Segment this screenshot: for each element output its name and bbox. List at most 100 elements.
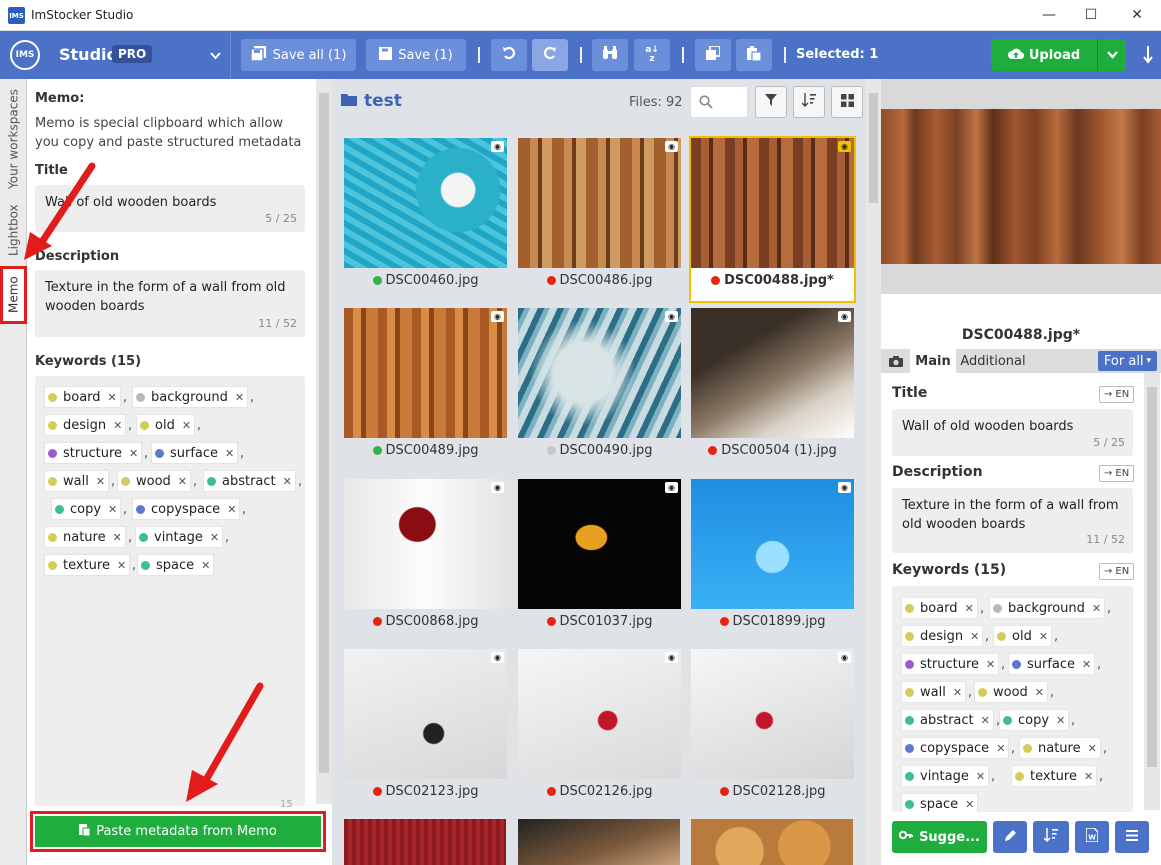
- remove-keyword-icon[interactable]: ✕: [113, 531, 122, 544]
- thumbnail-tile[interactable]: ◉ DSC00460.jpg: [344, 138, 507, 301]
- translate-description-button[interactable]: → EN: [1099, 465, 1134, 482]
- upload-button[interactable]: Upload: [991, 39, 1097, 71]
- remove-keyword-icon[interactable]: ✕: [182, 419, 191, 432]
- remove-keyword-icon[interactable]: ✕: [965, 602, 974, 615]
- tab-additional[interactable]: Additional: [959, 349, 1027, 373]
- paste-metadata-button[interactable]: [736, 39, 772, 71]
- redo-button[interactable]: [532, 39, 568, 71]
- upload-dropdown-button[interactable]: [1097, 39, 1126, 71]
- keyword-chip[interactable]: design ✕: [901, 625, 984, 647]
- remove-keyword-icon[interactable]: ✕: [178, 475, 187, 488]
- remove-keyword-icon[interactable]: ✕: [201, 559, 210, 572]
- keyword-chip[interactable]: copyspace ✕: [901, 737, 1010, 759]
- thumbnail-tile[interactable]: ◉ DSC00488.jpg*: [689, 136, 856, 303]
- keyword-chip[interactable]: wood ✕: [117, 470, 192, 492]
- thumbnail-tile[interactable]: ◉ DSC01899.jpg: [691, 479, 854, 642]
- search-input[interactable]: [690, 86, 748, 118]
- suggest-button[interactable]: Sugge...: [892, 821, 987, 853]
- remove-keyword-icon[interactable]: ✕: [1088, 742, 1097, 755]
- thumbnail-tile[interactable]: ◉ DSC00490.jpg: [518, 308, 681, 471]
- tab-memo[interactable]: Memo: [0, 266, 27, 324]
- remove-keyword-icon[interactable]: ✕: [965, 798, 974, 811]
- studio-switcher[interactable]: IMS Studio PRO: [0, 31, 231, 79]
- translate-title-button[interactable]: → EN: [1099, 386, 1134, 403]
- minimize-button[interactable]: —: [1039, 6, 1059, 24]
- keyword-chip[interactable]: vintage ✕: [135, 526, 224, 548]
- thumbnail-tile[interactable]: ◉ DSC02128.jpg: [691, 649, 854, 812]
- grid-scrollbar[interactable]: [866, 79, 881, 865]
- keyword-chip[interactable]: copy ✕: [999, 709, 1070, 731]
- keyword-chip[interactable]: board ✕: [44, 386, 121, 408]
- keyword-chip[interactable]: old ✕: [136, 414, 196, 436]
- thumbnail-image[interactable]: [344, 308, 507, 438]
- thumbnail-tile[interactable]: ◉ DSC02126.jpg: [518, 649, 681, 812]
- remove-keyword-icon[interactable]: ✕: [113, 419, 122, 432]
- keyword-chip[interactable]: copyspace ✕: [132, 498, 241, 520]
- details-scrollbar[interactable]: [1144, 373, 1160, 810]
- keyword-chip[interactable]: structure ✕: [44, 442, 143, 464]
- memo-scrollbar[interactable]: [316, 79, 332, 804]
- sort-button[interactable]: [793, 86, 825, 118]
- keyword-chip[interactable]: surface ✕: [1008, 653, 1096, 675]
- thumbnail-tile[interactable]: ◉ DSC01037.jpg: [518, 479, 681, 642]
- details-title-field[interactable]: Wall of old wooden boards 5 / 25: [892, 409, 1133, 456]
- remove-keyword-icon[interactable]: ✕: [1035, 686, 1044, 699]
- remove-keyword-icon[interactable]: ✕: [210, 531, 219, 544]
- remove-keyword-icon[interactable]: ✕: [227, 503, 236, 516]
- keyword-chip[interactable]: design ✕: [44, 414, 127, 436]
- copy-metadata-button[interactable]: [695, 39, 731, 71]
- remove-keyword-icon[interactable]: ✕: [108, 391, 117, 404]
- menu-button[interactable]: [1115, 821, 1149, 853]
- thumbnail-tile[interactable]: ◉ DSC00868.jpg: [344, 479, 507, 642]
- thumbnail-image[interactable]: [518, 138, 681, 268]
- sort-alpha-button[interactable]: a↓ z: [634, 39, 670, 71]
- thumbnail-tile[interactable]: ◉ DSC00504 (1).jpg: [691, 308, 854, 471]
- keyword-chip[interactable]: texture ✕: [44, 554, 131, 576]
- memo-description-field[interactable]: Texture in the form of a wall from old w…: [35, 270, 305, 337]
- thumbnail-image[interactable]: [691, 138, 854, 268]
- keyword-chip[interactable]: background ✕: [132, 386, 249, 408]
- preview-image[interactable]: [881, 109, 1161, 264]
- tab-lightbox[interactable]: Lightbox: [0, 199, 27, 261]
- details-description-field[interactable]: Texture in the form of a wall from old w…: [892, 488, 1133, 553]
- remove-keyword-icon[interactable]: ✕: [981, 714, 990, 727]
- remove-keyword-icon[interactable]: ✕: [225, 447, 234, 460]
- keyword-chip[interactable]: abstract ✕: [901, 709, 994, 731]
- translate-keywords-button[interactable]: → EN: [1099, 563, 1134, 580]
- thumbnail-image[interactable]: [344, 649, 507, 779]
- camera-icon[interactable]: [885, 349, 907, 373]
- remove-keyword-icon[interactable]: ✕: [1084, 770, 1093, 783]
- remove-keyword-icon[interactable]: ✕: [283, 475, 292, 488]
- thumbnail-image[interactable]: [691, 649, 854, 779]
- thumbnail-tile[interactable]: ◉ DSC00489.jpg: [344, 308, 507, 471]
- keyword-chip[interactable]: nature ✕: [44, 526, 126, 548]
- thumbnail-image[interactable]: [518, 649, 681, 779]
- thumbnail-image[interactable]: [691, 819, 853, 865]
- remove-keyword-icon[interactable]: ✕: [129, 447, 138, 460]
- close-button[interactable]: ✕: [1127, 6, 1147, 24]
- keyword-chip[interactable]: texture ✕: [1011, 765, 1098, 787]
- remove-keyword-icon[interactable]: ✕: [235, 391, 244, 404]
- keyword-chip[interactable]: wood ✕: [974, 681, 1049, 703]
- sort-keywords-button[interactable]: [1033, 821, 1069, 853]
- remove-keyword-icon[interactable]: ✕: [1039, 630, 1048, 643]
- edit-button[interactable]: [993, 821, 1027, 853]
- thumbnail-image[interactable]: [518, 479, 681, 609]
- thumbnail-image[interactable]: [691, 479, 854, 609]
- details-keywords-box[interactable]: board ✕, background ✕, design ✕, old ✕, structur…: [892, 586, 1133, 812]
- remove-keyword-icon[interactable]: ✕: [1092, 602, 1101, 615]
- thumbnail-image[interactable]: [691, 308, 854, 438]
- keyword-chip[interactable]: surface ✕: [151, 442, 239, 464]
- keyword-chip[interactable]: old ✕: [993, 625, 1053, 647]
- remove-keyword-icon[interactable]: ✕: [1082, 658, 1091, 671]
- undo-button[interactable]: [491, 39, 527, 71]
- memo-keywords-box[interactable]: board ✕, background ✕, design ✕, old ✕, structur…: [35, 376, 305, 806]
- paste-from-memo-button[interactable]: Paste metadata from Memo: [35, 816, 321, 847]
- filter-button[interactable]: [755, 86, 787, 118]
- keyword-chip[interactable]: board ✕: [901, 597, 978, 619]
- thumbnail-image[interactable]: [344, 138, 507, 268]
- keyword-chip[interactable]: nature ✕: [1019, 737, 1101, 759]
- word-export-button[interactable]: W: [1075, 821, 1109, 853]
- thumbnail-image[interactable]: [518, 308, 681, 438]
- keyword-chip[interactable]: structure ✕: [901, 653, 1000, 675]
